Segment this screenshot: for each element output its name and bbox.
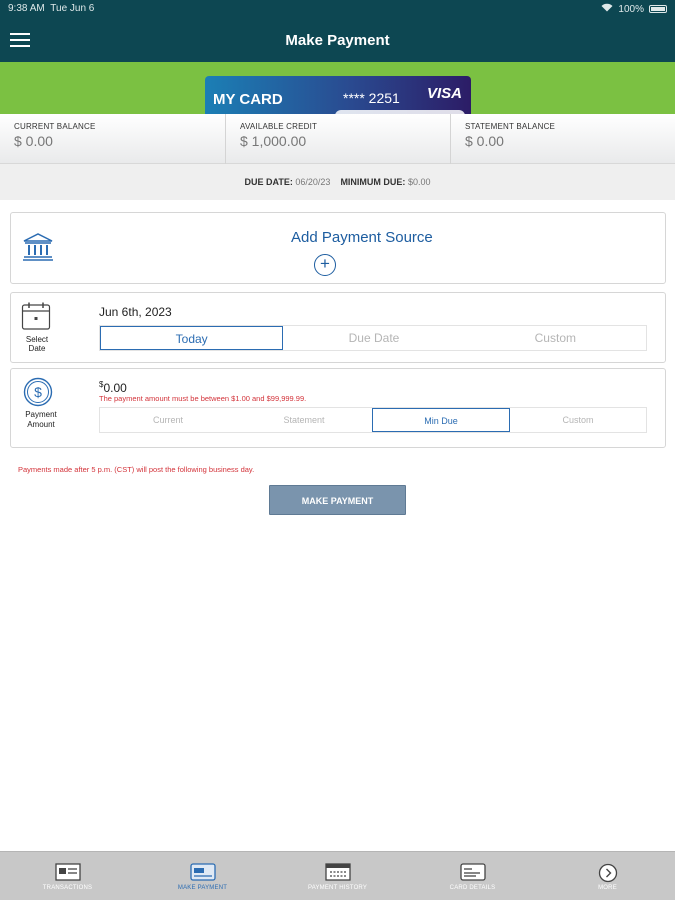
credit-card-image[interactable]: MY CARD **** 2251 VISA xyxy=(205,76,471,114)
tab-more[interactable]: MORE xyxy=(540,852,675,900)
svg-text:$: $ xyxy=(34,384,42,400)
add-circle-icon[interactable]: + xyxy=(314,254,336,276)
page-title: Make Payment xyxy=(285,32,390,49)
tab-card-details-label: CARD DETAILS xyxy=(449,885,496,891)
calendar-icon xyxy=(324,863,351,886)
dollar-circle-icon: $ xyxy=(23,377,53,407)
tab-card-details[interactable]: CARD DETAILS xyxy=(405,852,540,900)
status-right: 100% xyxy=(601,3,667,15)
bank-icon xyxy=(21,232,55,262)
payment-cutoff-notice: Payments made after 5 p.m. (CST) will po… xyxy=(18,465,255,474)
transactions-icon xyxy=(54,863,81,886)
payment-amount-panel: $ Payment Amount $0.00 The payment amount… xyxy=(10,368,666,448)
amount-option-statement[interactable]: Statement xyxy=(236,408,372,432)
status-bar: 9:38 AM Tue Jun 6 100% xyxy=(0,0,675,18)
current-balance: CURRENT BALANCE $ 0.00 xyxy=(0,114,225,164)
payment-amount-value[interactable]: $0.00 xyxy=(99,380,127,395)
card-name: MY CARD xyxy=(213,91,283,108)
card-banner: MY CARD **** 2251 VISA xyxy=(0,62,675,114)
card-payment-icon xyxy=(189,863,216,886)
available-credit-value: $ 1,000.00 xyxy=(240,133,307,149)
make-payment-button[interactable]: MAKE PAYMENT xyxy=(269,485,406,515)
due-info-bar: DUE DATE: 06/20/23 MINIMUM DUE: $0.00 xyxy=(0,164,675,200)
amount-error-message: The payment amount must be between $1.00… xyxy=(99,394,307,403)
bottom-tab-bar: TRANSACTIONS MAKE PAYMENT PAYMENT HISTOR… xyxy=(0,851,675,900)
statement-balance-value: $ 0.00 xyxy=(465,133,504,149)
tab-payment-history[interactable]: PAYMENT HISTORY xyxy=(270,852,405,900)
payment-source-panel[interactable]: Add Payment Source + xyxy=(10,212,666,284)
due-date-value: 06/20/23 xyxy=(295,177,331,187)
payment-amount-label: Payment Amount xyxy=(25,410,57,429)
card-details-icon xyxy=(459,863,486,886)
wifi-icon xyxy=(601,3,613,15)
select-date-label: Select Date xyxy=(25,335,49,353)
minimum-due-label: MINIMUM DUE: xyxy=(340,177,406,187)
nav-bar: Make Payment xyxy=(0,18,675,62)
tab-payment-history-label: PAYMENT HISTORY xyxy=(307,885,368,891)
battery-percent: 100% xyxy=(618,3,644,15)
tab-more-label: MORE xyxy=(598,885,617,891)
tab-transactions[interactable]: TRANSACTIONS xyxy=(0,852,135,900)
due-date-label: DUE DATE: xyxy=(244,177,293,187)
current-balance-label: CURRENT BALANCE xyxy=(14,122,96,131)
tab-make-payment[interactable]: MAKE PAYMENT xyxy=(135,852,270,900)
tab-transactions-label: TRANSACTIONS xyxy=(42,885,93,891)
status-time: 9:38 AM Tue Jun 6 xyxy=(8,3,95,14)
date-option-segmented-control: Today Due Date Custom xyxy=(99,325,647,351)
current-balance-value: $ 0.00 xyxy=(14,133,53,149)
battery-icon xyxy=(649,5,667,13)
statement-balance: STATEMENT BALANCE $ 0.00 xyxy=(450,114,675,164)
visa-logo: VISA xyxy=(427,85,463,102)
balance-summary: CURRENT BALANCE $ 0.00 AVAILABLE CREDIT … xyxy=(0,114,675,164)
date-option-custom[interactable]: Custom xyxy=(465,326,646,350)
date-option-today[interactable]: Today xyxy=(100,326,284,350)
minimum-due-value: $0.00 xyxy=(407,177,431,187)
calendar-icon xyxy=(21,301,51,331)
amount-option-custom[interactable]: Custom xyxy=(510,408,646,432)
statement-balance-label: STATEMENT BALANCE xyxy=(465,122,556,131)
amount-option-current[interactable]: Current xyxy=(100,408,236,432)
amount-option-segmented-control: Current Statement Min Due Custom xyxy=(99,407,647,433)
selected-date: Jun 6th, 2023 xyxy=(99,305,172,319)
date-option-due-date[interactable]: Due Date xyxy=(283,326,464,350)
available-credit: AVAILABLE CREDIT $ 1,000.00 xyxy=(225,114,450,164)
card-number: **** 2251 xyxy=(343,90,400,106)
add-payment-source-link[interactable]: Add Payment Source xyxy=(291,229,433,246)
amount-option-min-due[interactable]: Min Due xyxy=(372,408,510,432)
tab-make-payment-label: MAKE PAYMENT xyxy=(177,885,228,891)
available-credit-label: AVAILABLE CREDIT xyxy=(240,122,318,131)
select-date-panel: Select Date Jun 6th, 2023 Today Due Date… xyxy=(10,292,666,363)
